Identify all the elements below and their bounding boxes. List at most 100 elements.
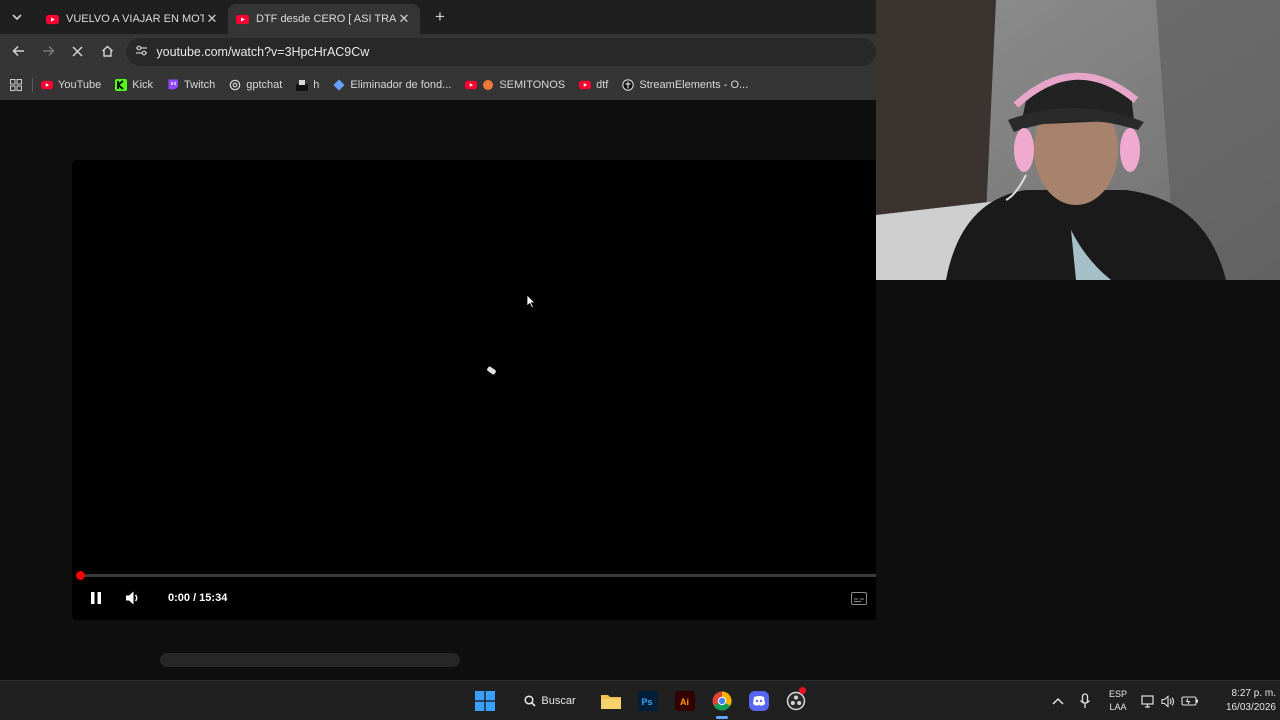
new-tab-button[interactable]: + — [426, 7, 454, 27]
battery-button[interactable] — [1181, 681, 1199, 720]
screen: VUELVO A VIAJAR EN MOTO ✕ DTF desde CERO… — [0, 0, 1280, 720]
openai-icon — [229, 79, 241, 91]
subtitles-icon — [851, 592, 867, 605]
arrow-left-icon — [12, 45, 25, 56]
bookmark-label: dtf — [596, 79, 609, 91]
streamelements-icon — [622, 79, 635, 91]
chevron-up-icon — [1052, 697, 1064, 705]
youtube-icon — [41, 80, 53, 90]
pause-icon — [91, 592, 101, 604]
subtitles-button[interactable] — [851, 592, 867, 610]
illustrator-button[interactable]: Ai — [674, 690, 696, 712]
bookmark-h[interactable]: h — [296, 79, 319, 91]
bookmark-gptchat[interactable]: gptchat — [229, 79, 282, 91]
clock-time: 8:27 p. m. — [1231, 688, 1276, 699]
microphone-icon — [1079, 693, 1091, 708]
language-indicator[interactable]: ESP LAA — [1106, 688, 1130, 714]
chrome-icon — [712, 691, 732, 711]
tab-title: DTF desde CERO [ ASI TRAB — [256, 13, 396, 25]
bookmark-label: Eliminador de fond... — [350, 79, 452, 91]
bookmark-semitonos[interactable]: SEMITONOS — [465, 79, 565, 91]
discord-icon — [749, 691, 769, 711]
twitch-icon — [168, 79, 179, 91]
tab-title: VUELVO A VIAJAR EN MOTO — [66, 13, 204, 25]
language-code: ESP — [1108, 689, 1127, 699]
youtube-icon — [465, 80, 478, 90]
close-icon[interactable]: ✕ — [396, 11, 412, 27]
volume-tray-button[interactable] — [1161, 681, 1176, 720]
network-icon — [1141, 694, 1154, 708]
volume-button[interactable] — [124, 590, 142, 611]
tab-dtf-desde-cero[interactable]: DTF desde CERO [ ASI TRAB ✕ — [228, 4, 420, 34]
folder-icon — [601, 695, 621, 709]
back-button[interactable] — [4, 44, 34, 61]
keyboard-layout: LAA — [1109, 702, 1127, 712]
bookmark-youtube[interactable]: YouTube — [41, 79, 101, 91]
bookmark-eliminador-de-fondo[interactable]: Eliminador de fond... — [333, 79, 451, 91]
file-explorer-button[interactable] — [600, 690, 622, 712]
divider — [32, 78, 33, 92]
bookmark-label: gptchat — [246, 79, 283, 91]
youtube-icon — [579, 80, 592, 90]
chrome-button[interactable] — [711, 690, 733, 719]
bookmark-label: StreamElements - O... — [639, 79, 749, 91]
apps-button[interactable] — [0, 79, 32, 91]
bookmark-icon — [296, 80, 309, 91]
bookmark-label: SEMITONOS — [499, 79, 566, 91]
url-text: youtube.com/watch?v=3HpcHrAC9Cw — [156, 45, 370, 59]
recording-badge — [799, 687, 806, 694]
search-icon — [524, 695, 536, 707]
home-icon — [102, 45, 114, 57]
video-time: 0:00 / 15:34 — [168, 592, 228, 604]
apps-grid-icon — [10, 79, 22, 91]
bookmark-streamelements[interactable]: StreamElements - O... — [622, 79, 748, 91]
stop-button[interactable] — [63, 44, 93, 61]
windows-taskbar: Buscar Ps Ai ESP LAA 8:27 p. m. 16/03/20… — [0, 680, 1280, 720]
speaker-icon — [1161, 694, 1175, 708]
obs-button[interactable] — [785, 687, 807, 712]
bookmark-twitch[interactable]: Twitch — [167, 79, 215, 91]
clock-date: 16/03/2026 — [1225, 702, 1276, 713]
bookmark-label: Twitch — [184, 79, 216, 91]
illustrator-icon: Ai — [675, 691, 695, 711]
microphone-button[interactable] — [1079, 681, 1091, 720]
volume-icon — [126, 591, 138, 605]
close-icon[interactable]: ✕ — [204, 11, 220, 27]
start-button[interactable] — [474, 690, 496, 712]
tab-search-button[interactable] — [4, 4, 30, 30]
site-settings-icon[interactable] — [126, 45, 156, 59]
tab-vuelvo-a-viajar[interactable]: VUELVO A VIAJAR EN MOTO ✕ — [38, 4, 228, 34]
search-label: Buscar — [541, 695, 576, 707]
taskbar-search[interactable]: Buscar — [512, 688, 588, 714]
bookmark-label: YouTube — [58, 79, 102, 91]
network-button[interactable] — [1141, 681, 1156, 720]
chevron-down-icon — [12, 14, 22, 20]
bookmarks-bar: YouTube Kick Twitch gptchat h Eliminador… — [0, 70, 876, 100]
bookmark-kick[interactable]: Kick — [115, 79, 153, 91]
photoshop-icon: Ps — [638, 691, 658, 711]
video-progress-bar[interactable] — [80, 574, 888, 577]
system-clock[interactable]: 8:27 p. m. 16/03/2026 — [1204, 687, 1276, 715]
video-player[interactable] — [72, 160, 888, 620]
tab-strip: VUELVO A VIAJAR EN MOTO ✕ DTF desde CERO… — [0, 0, 876, 34]
discord-button[interactable] — [748, 690, 770, 712]
home-button[interactable] — [93, 44, 123, 61]
forward-button[interactable] — [34, 44, 64, 61]
webcam-feed-image — [876, 0, 1280, 280]
circle-icon — [483, 80, 494, 90]
show-hidden-icons-button[interactable] — [1052, 681, 1064, 720]
svg-text:Ps: Ps — [642, 697, 653, 707]
mouse-cursor-icon — [526, 294, 536, 309]
obs-icon — [786, 691, 806, 711]
active-indicator — [716, 716, 728, 719]
windows-icon — [475, 691, 495, 711]
address-bar[interactable]: youtube.com/watch?v=3HpcHrAC9Cw — [126, 38, 877, 66]
photoshop-button[interactable]: Ps — [637, 690, 659, 712]
youtube-icon — [46, 14, 59, 24]
bookmark-dtf[interactable]: dtf — [579, 79, 608, 91]
arrow-right-icon — [42, 45, 55, 56]
progress-scrubber[interactable] — [76, 571, 85, 580]
title-placeholder — [160, 653, 460, 667]
bookmark-label: Kick — [132, 79, 154, 91]
pause-button[interactable] — [90, 591, 102, 610]
